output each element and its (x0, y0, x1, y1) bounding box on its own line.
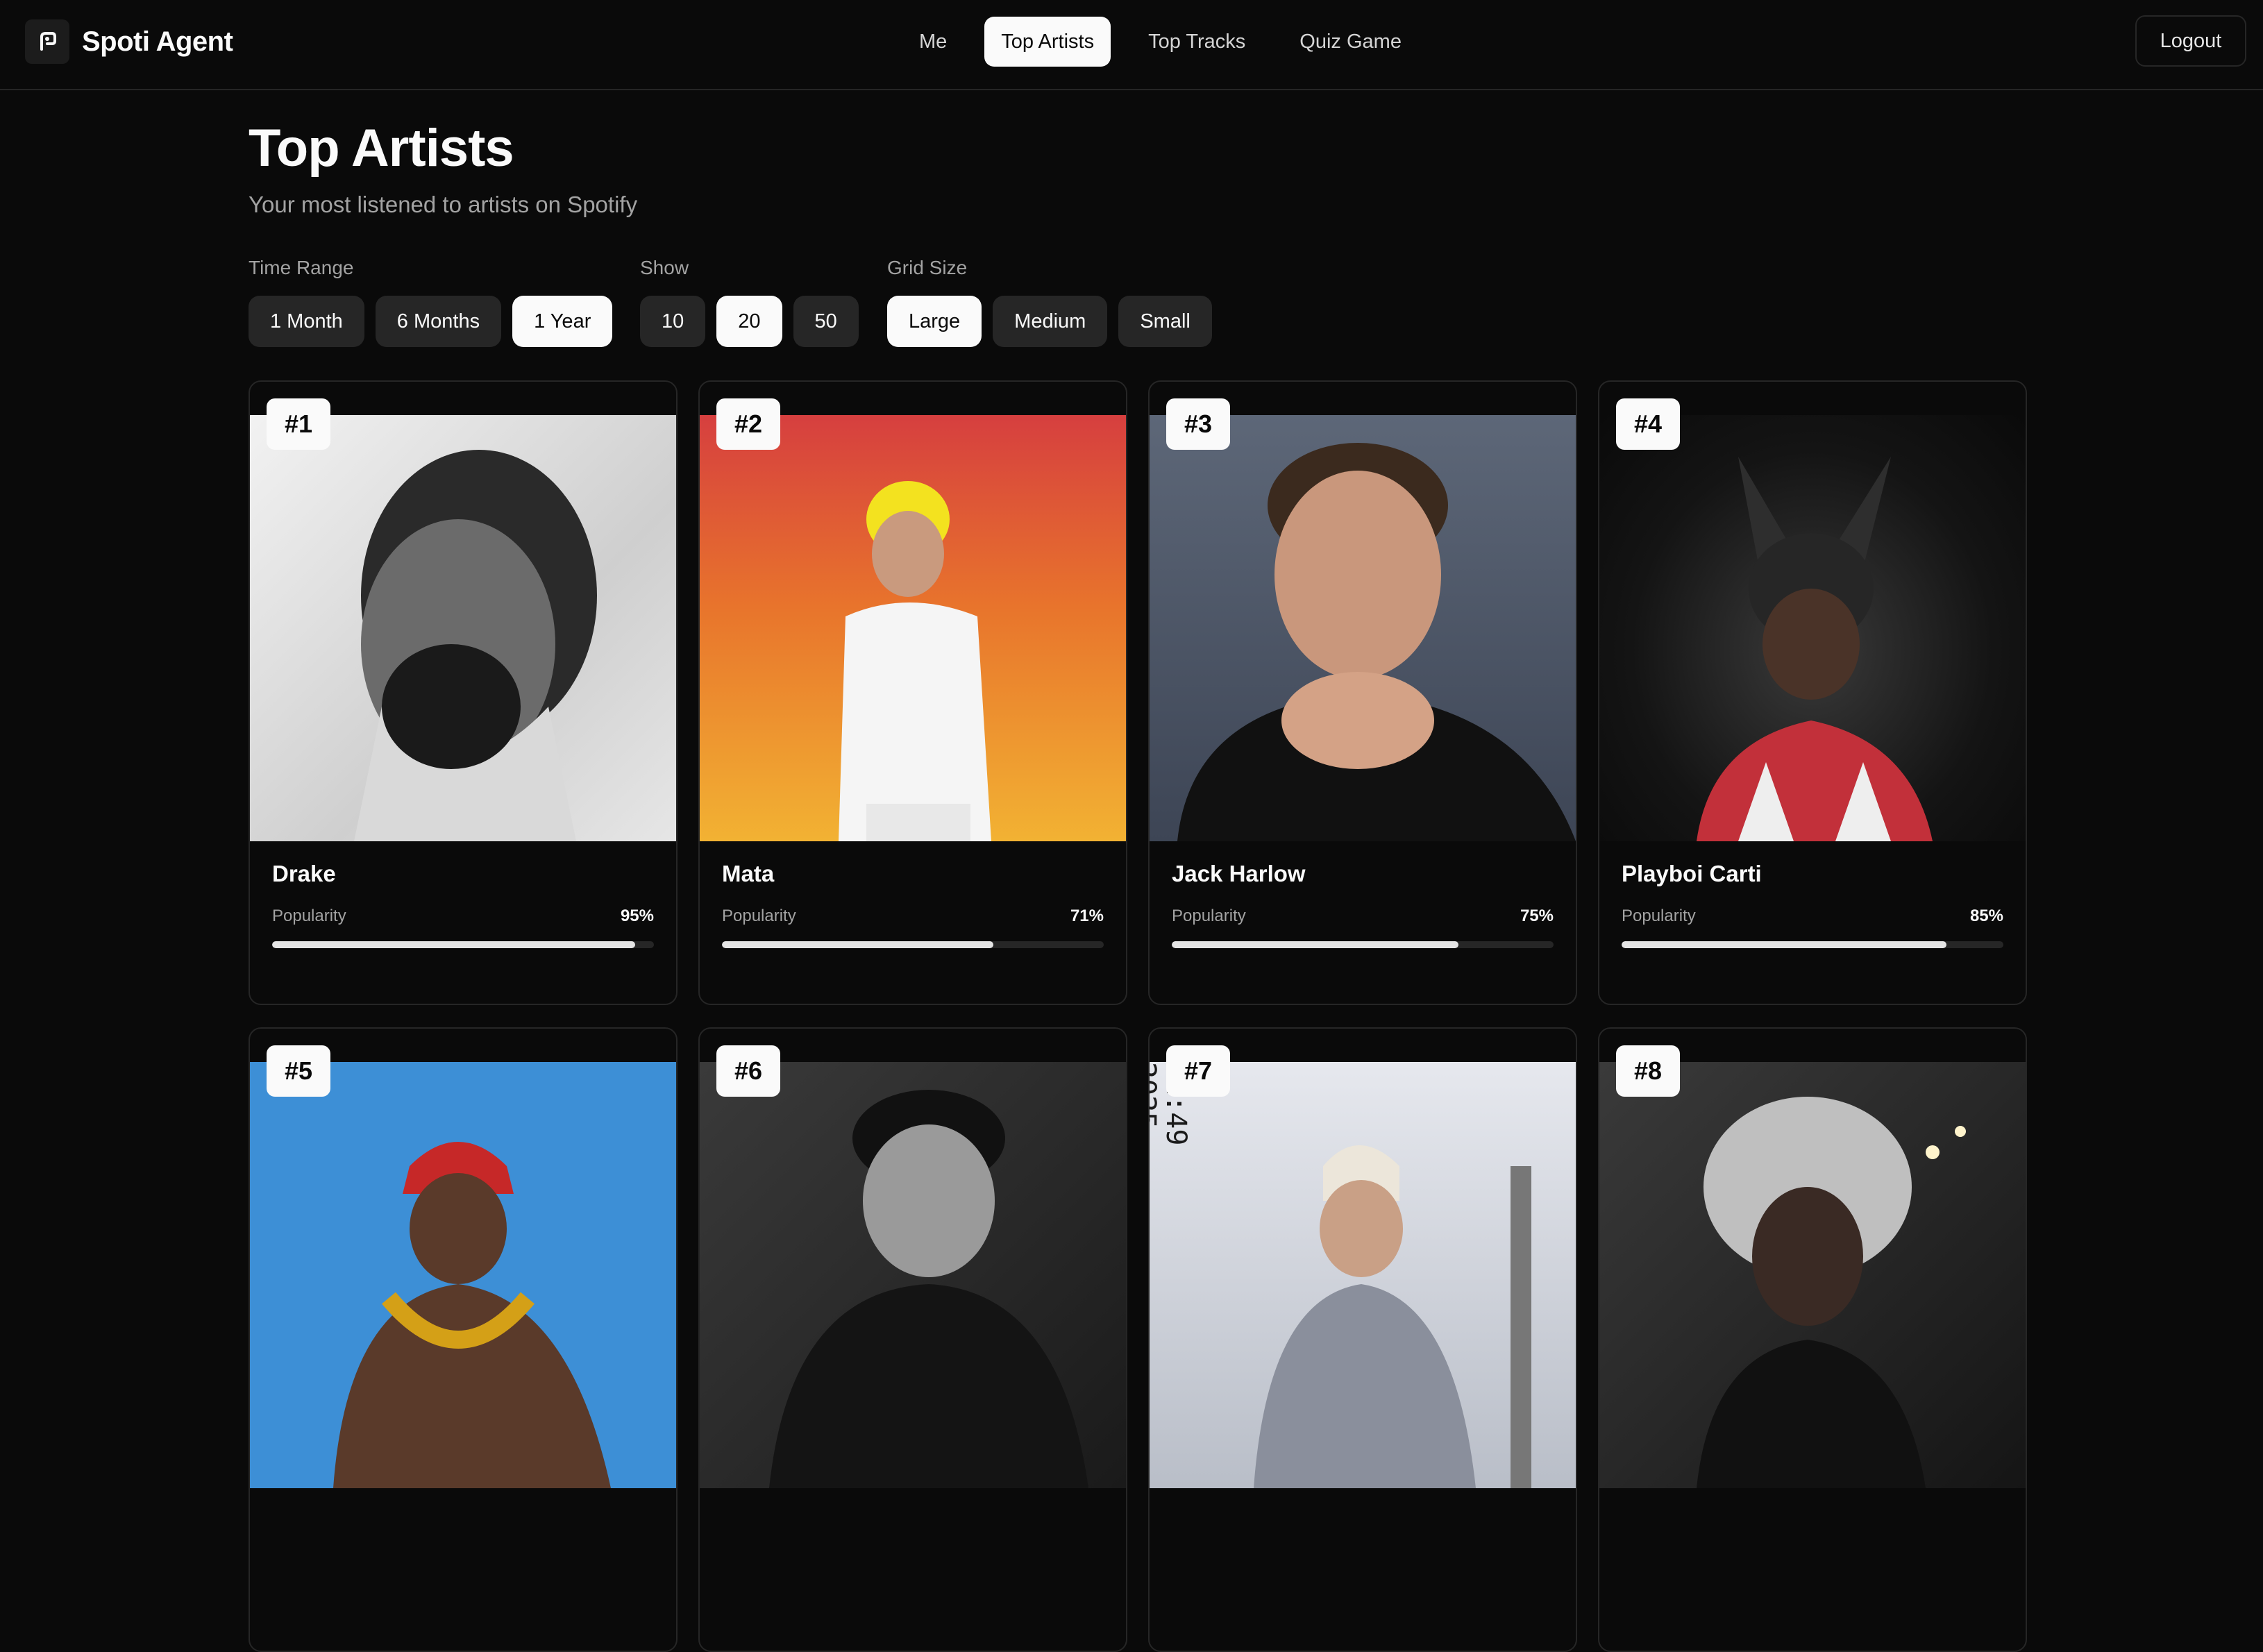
grid-size-small-button[interactable]: Small (1118, 296, 1212, 347)
rank-badge: #5 (267, 1045, 330, 1097)
nav-top-tracks[interactable]: Top Tracks (1132, 17, 1262, 67)
app-logo-icon (25, 19, 69, 64)
rank-badge: #8 (1616, 1045, 1680, 1097)
popularity-bar-fill (1622, 941, 1946, 948)
artist-card[interactable]: #1 Drake Popularity 95% (249, 380, 678, 1005)
rank-badge: #4 (1616, 398, 1680, 450)
logout-button[interactable]: Logout (2135, 15, 2246, 67)
page-subtitle: Your most listened to artists on Spotify (249, 192, 638, 217)
grid-size-label: Grid Size (887, 257, 968, 278)
show-label: Show (640, 257, 689, 278)
popularity-value: 75% (1520, 907, 1554, 925)
rank-badge: #1 (267, 398, 330, 450)
artist-image (250, 415, 676, 841)
artist-image (250, 1062, 676, 1488)
nav-me[interactable]: Me (902, 17, 964, 67)
popularity-bar (272, 941, 654, 948)
overlay-year: 2025 (1150, 1062, 1161, 1129)
popularity-bar-fill (1172, 941, 1458, 948)
rank-badge: #7 (1166, 1045, 1230, 1097)
artist-image (1599, 415, 2026, 841)
brand[interactable]: Spoti Agent (25, 19, 233, 64)
popularity-bar-fill (272, 941, 635, 948)
app-name: Spoti Agent (82, 26, 233, 57)
top-nav-bar: Spoti Agent Me Top Artists Top Tracks Qu… (0, 0, 2263, 90)
grid-size-filter: Grid Size Large Medium Small (887, 257, 1212, 347)
artist-image (700, 415, 1126, 841)
artist-image: 12:49 2025 (1150, 1062, 1576, 1488)
artist-card[interactable]: 12:49 2025 #7 (1148, 1027, 1577, 1652)
rank-badge: #2 (716, 398, 780, 450)
nav-quiz-game[interactable]: Quiz Game (1283, 17, 1418, 67)
artist-card[interactable]: #4 Playboi Carti Popularity 85% (1598, 380, 2027, 1005)
time-range-1-month-button[interactable]: 1 Month (249, 296, 364, 347)
popularity-label: Popularity (272, 907, 346, 925)
show-50-button[interactable]: 50 (793, 296, 859, 347)
popularity-value: 71% (1070, 907, 1104, 925)
artist-card[interactable]: #2 Mata Popularity 71% (698, 380, 1127, 1005)
artist-name: Drake (272, 861, 336, 886)
popularity-label: Popularity (1172, 907, 1246, 925)
artist-name: Mata (722, 861, 775, 886)
popularity-label: Popularity (1622, 907, 1696, 925)
grid-size-large-button[interactable]: Large (887, 296, 982, 347)
artist-name: Jack Harlow (1172, 861, 1306, 886)
show-count-filter: Show 10 20 50 (640, 257, 859, 347)
time-range-1-year-button[interactable]: 1 Year (512, 296, 613, 347)
artist-image (1599, 1062, 2026, 1488)
popularity-bar (1172, 941, 1554, 948)
time-range-6-months-button[interactable]: 6 Months (375, 296, 502, 347)
artist-image (700, 1062, 1126, 1488)
artist-image (1150, 415, 1576, 841)
artist-name: Playboi Carti (1622, 861, 1762, 886)
artist-card[interactable]: #3 Jack Harlow Popularity 75% (1148, 380, 1577, 1005)
grid-size-medium-button[interactable]: Medium (993, 296, 1108, 347)
popularity-value: 95% (620, 907, 654, 925)
popularity-value: 85% (1969, 907, 2003, 925)
time-range-filter: Time Range 1 Month 6 Months 1 Year (249, 257, 613, 347)
artist-card[interactable]: #8 (1598, 1027, 2027, 1652)
rank-badge: #6 (716, 1045, 780, 1097)
popularity-bar (1622, 941, 2003, 948)
rank-badge: #3 (1166, 398, 1230, 450)
artist-card[interactable]: #5 (249, 1027, 678, 1652)
main-nav: Me Top Artists Top Tracks Quiz Game (902, 17, 1418, 67)
popularity-label: Popularity (722, 907, 796, 925)
nav-top-artists[interactable]: Top Artists (984, 17, 1111, 67)
popularity-bar (722, 941, 1104, 948)
show-20-button[interactable]: 20 (716, 296, 782, 347)
popularity-bar-fill (722, 941, 993, 948)
artist-card[interactable]: #6 (698, 1027, 1127, 1652)
show-10-button[interactable]: 10 (640, 296, 706, 347)
page-title: Top Artists (249, 119, 514, 178)
time-range-label: Time Range (249, 257, 354, 278)
